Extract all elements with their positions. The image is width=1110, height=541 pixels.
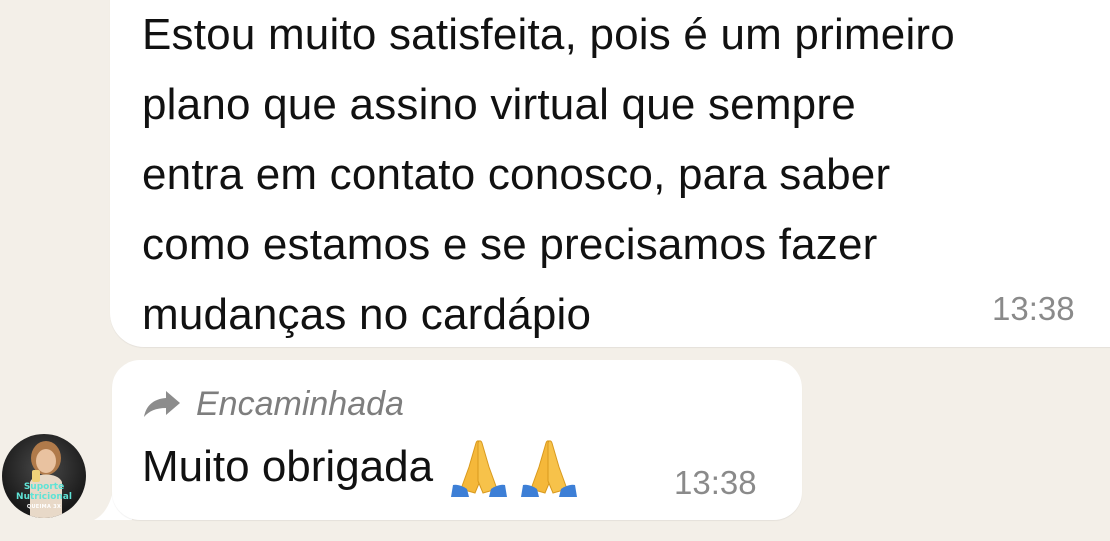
forwarded-label: Encaminhada (196, 384, 404, 423)
message-timestamp: 13:38 (992, 290, 1075, 327)
message-text: Estou muito satisfeita, pois é um primei… (142, 0, 1102, 350)
folded-hands-icon (521, 440, 578, 497)
forward-arrow-icon (144, 391, 180, 417)
message-line: Estou muito satisfeita, pois é um primei… (142, 10, 955, 59)
message-line: plano que assino virtual que sempre (142, 80, 856, 129)
avatar-label: Nutricional (16, 492, 72, 502)
avatar-brand-logo: QUEIMA 3X (26, 504, 62, 510)
message-line: Muito obrigada (142, 442, 434, 491)
forwarded-indicator: Encaminhada (142, 382, 404, 426)
sender-avatar[interactable]: Suporte Nutricional QUEIMA 3X (2, 434, 86, 518)
message-text: Muito obrigada (142, 432, 581, 502)
avatar-label: Suporte (23, 482, 65, 492)
message-timestamp: 13:38 (674, 464, 757, 501)
message-line: como estamos e se precisamos fazer (142, 220, 878, 269)
folded-hands-icon (451, 440, 508, 497)
message-line: entra em contato conosco, para saber (142, 150, 891, 199)
message-line: mudanças no cardápio (142, 290, 592, 339)
